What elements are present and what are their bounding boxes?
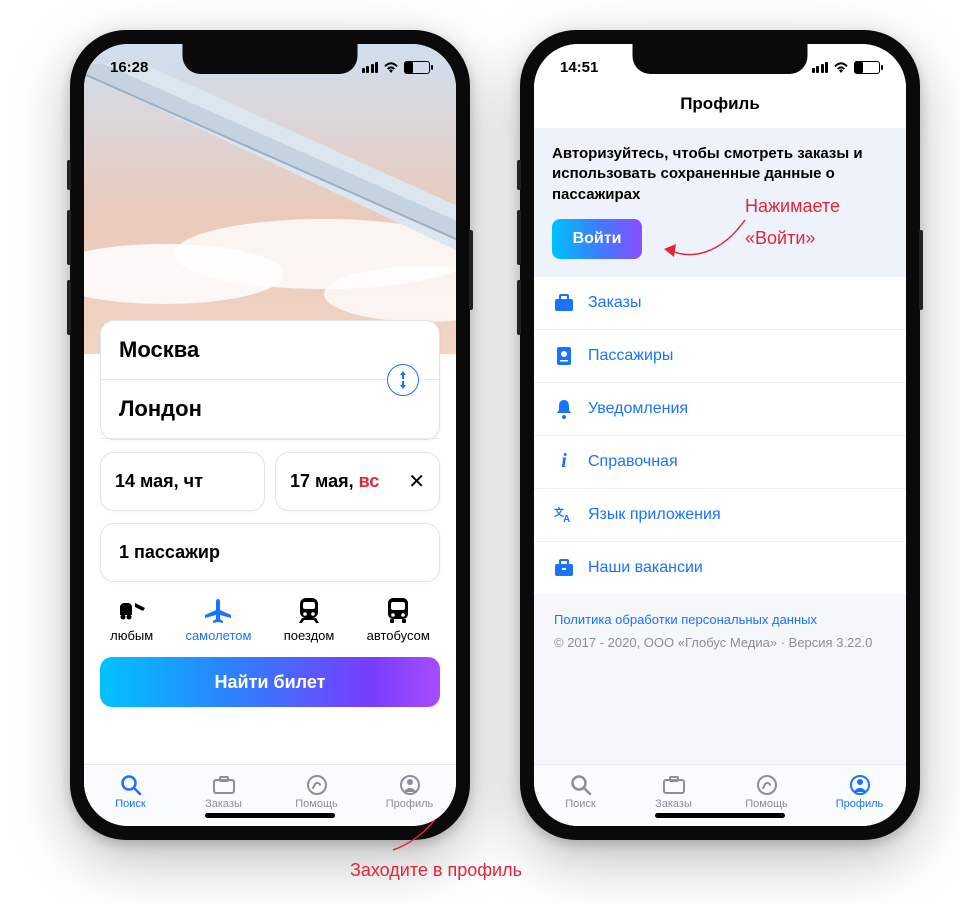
home-indicator xyxy=(205,813,335,818)
tab-label: Заказы xyxy=(205,798,242,810)
transport-label: любым xyxy=(110,628,153,643)
depart-date-input[interactable]: 14 мая, чт xyxy=(100,452,265,511)
tab-orders[interactable]: Заказы xyxy=(627,765,720,818)
battery-icon xyxy=(854,61,880,74)
clear-return-date-icon[interactable]: ✕ xyxy=(408,469,425,494)
battery-icon xyxy=(404,61,430,74)
help-icon xyxy=(754,774,780,796)
menu-item-jobs[interactable]: Наши вакансии xyxy=(534,542,906,594)
tab-search[interactable]: Поиск xyxy=(534,765,627,818)
jobs-icon xyxy=(554,558,574,578)
search-icon xyxy=(568,774,594,796)
help-icon xyxy=(304,774,330,796)
phone-side-button xyxy=(469,230,473,310)
footer: Политика обработки персональных данных ©… xyxy=(534,594,906,668)
bell-icon xyxy=(554,399,574,419)
status-time: 14:51 xyxy=(560,59,598,76)
transport-option-plane[interactable]: самолетом xyxy=(185,596,251,643)
menu-item-label: Справочная xyxy=(588,453,678,471)
page-title: Профиль xyxy=(534,90,906,128)
tab-label: Профиль xyxy=(386,798,434,810)
tab-search[interactable]: Поиск xyxy=(84,765,177,818)
depart-date-label: 14 мая, чт xyxy=(115,471,203,492)
tab-help[interactable]: Помощь xyxy=(270,765,363,818)
phone-notch xyxy=(633,44,808,74)
menu-item-label: Заказы xyxy=(588,294,641,312)
phone-side-button xyxy=(919,230,923,310)
tab-label: Заказы xyxy=(655,798,692,810)
transport-label: автобусом xyxy=(367,628,430,643)
passport-icon xyxy=(554,346,574,366)
phone-side-button xyxy=(67,280,71,335)
return-date-label: 17 мая, вс xyxy=(290,471,379,492)
swap-icon xyxy=(395,370,411,390)
tab-label: Помощь xyxy=(745,798,788,810)
wifi-icon xyxy=(383,61,399,73)
phone-side-button xyxy=(67,160,71,190)
signal-icon xyxy=(812,62,829,73)
wifi-icon xyxy=(833,61,849,73)
briefcase-icon xyxy=(554,293,574,313)
copyright-text: © 2017 - 2020, ООО «Глобус Медиа» · Верс… xyxy=(554,635,886,650)
menu-item-label: Уведомления xyxy=(588,400,688,418)
status-time: 16:28 xyxy=(110,59,148,76)
menu-item-label: Язык приложения xyxy=(588,506,721,524)
phone-side-button xyxy=(517,160,521,190)
passengers-input[interactable]: 1 пассажир xyxy=(100,523,440,582)
tab-orders[interactable]: Заказы xyxy=(177,765,270,818)
tab-help[interactable]: Помощь xyxy=(720,765,813,818)
tab-label: Поиск xyxy=(565,798,595,810)
transport-label: поездом xyxy=(284,628,335,643)
phone-side-button xyxy=(67,210,71,265)
profile-menu: Заказы Пассажиры Уведомления i Справочная 文A Я… xyxy=(534,277,906,594)
plane-icon xyxy=(202,596,234,624)
menu-item-label: Пассажиры xyxy=(588,347,673,365)
search-icon xyxy=(118,774,144,796)
login-button[interactable]: Войти xyxy=(552,219,642,259)
phone-profile: 14:51 Профиль Авторизуйтесь, чтобы смотр… xyxy=(520,30,920,840)
tab-label: Помощь xyxy=(295,798,338,810)
phone-notch xyxy=(183,44,358,74)
menu-item-bell[interactable]: Уведомления xyxy=(534,383,906,436)
lang-icon: 文A xyxy=(554,505,574,525)
train-icon xyxy=(293,596,325,624)
menu-item-info[interactable]: i Справочная xyxy=(534,436,906,489)
transport-option-train[interactable]: поездом xyxy=(284,596,335,643)
annotation-right: Нажимаете «Войти» xyxy=(745,190,840,255)
tab-profile[interactable]: Профиль xyxy=(363,765,456,818)
phone-side-button xyxy=(517,280,521,335)
profile-icon xyxy=(847,774,873,796)
privacy-policy-link[interactable]: Политика обработки персональных данных xyxy=(554,612,886,627)
tab-label: Профиль xyxy=(836,798,884,810)
transport-option-bus[interactable]: автобусом xyxy=(367,596,430,643)
menu-item-lang[interactable]: 文A Язык приложения xyxy=(534,489,906,542)
phone-search: 16:28 Москва Лондон xyxy=(70,30,470,840)
return-date-input[interactable]: 17 мая, вс ✕ xyxy=(275,452,440,511)
transport-label: самолетом xyxy=(185,628,251,643)
bus-icon xyxy=(382,596,414,624)
mixed-icon xyxy=(116,596,148,624)
info-icon: i xyxy=(554,452,574,472)
route-card: Москва Лондон xyxy=(100,320,440,440)
profile-icon xyxy=(397,774,423,796)
search-button[interactable]: Найти билет xyxy=(100,657,440,707)
phone-side-button xyxy=(517,210,521,265)
menu-item-passport[interactable]: Пассажиры xyxy=(534,330,906,383)
annotation-bottom: Заходите в профиль xyxy=(350,860,522,881)
transport-option-mixed[interactable]: любым xyxy=(110,596,153,643)
home-indicator xyxy=(655,813,785,818)
swap-button[interactable] xyxy=(387,364,419,396)
tab-profile[interactable]: Профиль xyxy=(813,765,906,818)
orders-icon xyxy=(661,774,687,796)
signal-icon xyxy=(362,62,379,73)
to-city-input[interactable]: Лондон xyxy=(101,380,439,439)
svg-text:A: A xyxy=(563,514,570,524)
tab-label: Поиск xyxy=(115,798,145,810)
orders-icon xyxy=(211,774,237,796)
menu-item-briefcase[interactable]: Заказы xyxy=(534,277,906,330)
menu-item-label: Наши вакансии xyxy=(588,559,703,577)
transport-selector: любым самолетом поездом автобусом xyxy=(84,582,456,651)
